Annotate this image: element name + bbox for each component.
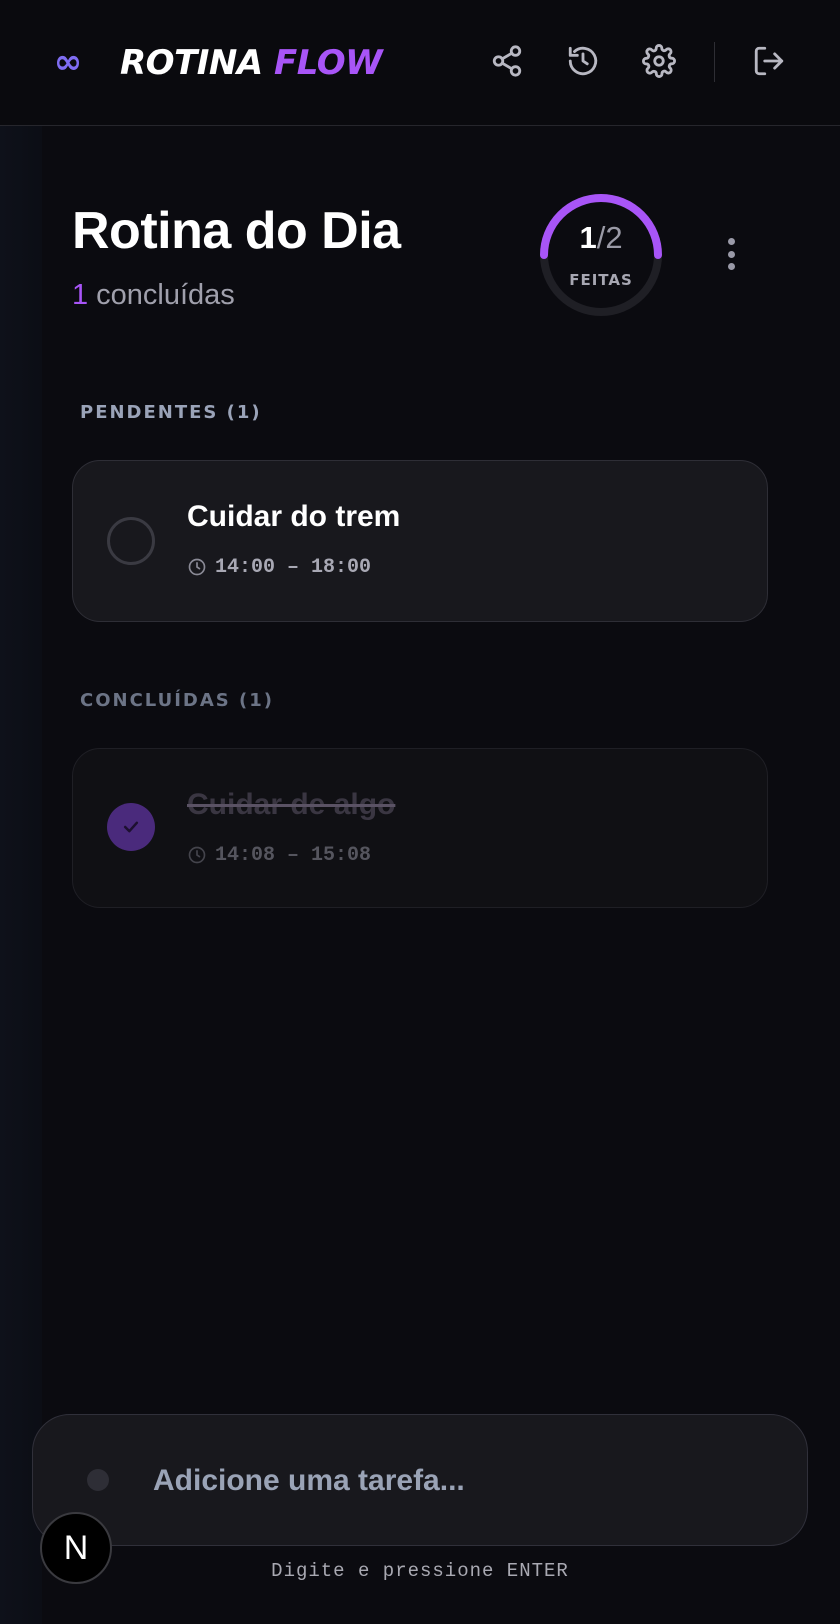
task-checkbox-checked[interactable]	[107, 803, 155, 851]
more-dot-icon	[727, 263, 735, 270]
progress-count: 1/2	[538, 216, 664, 260]
progress-total: 2	[605, 220, 623, 255]
logout-icon	[754, 46, 784, 76]
pending-section-title: PENDENTES (1)	[80, 402, 262, 423]
header-divider	[714, 42, 715, 82]
add-task-box	[32, 1414, 808, 1546]
completed-label: concluídas	[96, 279, 235, 311]
logout-button[interactable]	[748, 40, 790, 82]
clock-icon	[188, 558, 206, 576]
task-checkbox[interactable]	[107, 517, 155, 565]
completed-count: 1	[72, 279, 89, 311]
task-time: 14:00 – 18:00	[187, 553, 371, 581]
gear-icon	[642, 44, 676, 78]
history-button[interactable]	[562, 40, 604, 82]
history-icon	[568, 46, 598, 76]
app-header: ∞ ROTINA FLOW	[0, 0, 840, 126]
task-time: 14:08 – 15:08	[187, 841, 371, 869]
task-title: Cuidar de algo	[187, 788, 396, 821]
completed-summary: 1 concluídas	[72, 274, 235, 316]
settings-button[interactable]	[638, 40, 680, 82]
app-title: ROTINA FLOW	[120, 40, 383, 86]
input-hint: Digite e pressione ENTER	[271, 1560, 569, 1582]
app-title-part2: FLOW	[274, 43, 383, 83]
more-dot-icon	[727, 250, 735, 258]
share-button[interactable]	[486, 40, 528, 82]
check-icon	[123, 821, 139, 833]
progress-label: FEITAS	[569, 271, 633, 289]
infinity-logo-icon: ∞	[53, 42, 83, 82]
more-dot-icon	[727, 238, 735, 245]
more-options-button[interactable]	[716, 234, 746, 274]
task-time-text: 14:00 – 18:00	[215, 555, 372, 579]
share-icon	[492, 45, 522, 77]
done-section-title: CONCLUÍDAS (1)	[80, 690, 275, 711]
add-task-dot-icon	[87, 1469, 109, 1491]
side-shade	[0, 126, 42, 1624]
progress-done: 1	[579, 220, 597, 255]
clock-icon	[188, 846, 206, 864]
task-title: Cuidar do trem	[187, 500, 401, 533]
page-title: Rotina do Dia	[72, 202, 401, 260]
done-task-card[interactable]: Cuidar de algo 14:08 – 15:08	[72, 748, 768, 908]
task-time-text: 14:08 – 15:08	[215, 843, 372, 867]
add-task-input[interactable]	[153, 1455, 753, 1507]
pending-task-card[interactable]: Cuidar do trem 14:00 – 18:00	[72, 460, 768, 622]
app-title-part1: ROTINA	[120, 43, 263, 83]
